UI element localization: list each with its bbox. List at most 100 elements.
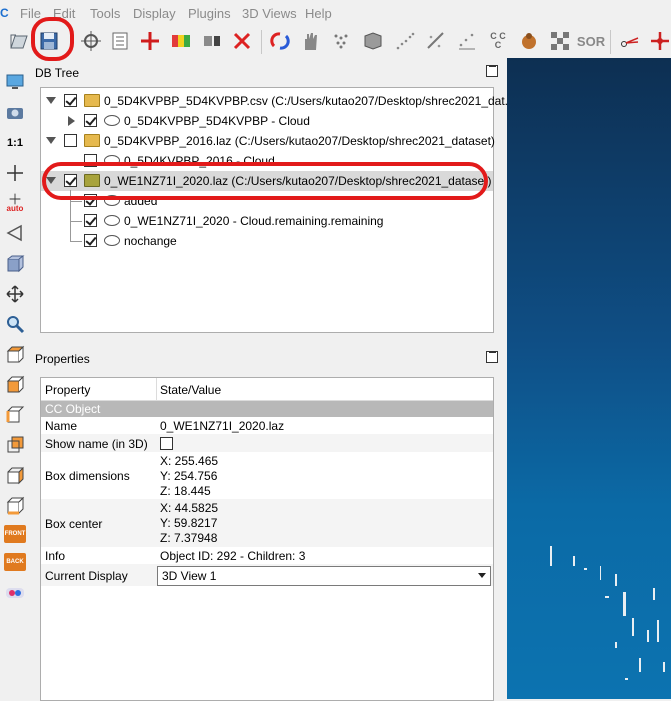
property-value: Z: 7.37948 <box>160 531 218 545</box>
menu-tools[interactable]: Tools <box>90 6 120 21</box>
point-cloud <box>605 596 609 598</box>
auto-pivot-button[interactable]: auto <box>3 191 27 215</box>
visibility-checkbox[interactable] <box>84 234 97 247</box>
property-key: Box center <box>45 517 103 531</box>
menu-3d-views[interactable]: 3D Views <box>242 6 297 21</box>
mesh-button[interactable] <box>360 28 386 54</box>
cube-view-button[interactable] <box>3 252 27 276</box>
expand-arrow-icon[interactable] <box>46 137 56 144</box>
table-row: Info Object ID: 292 - Children: 3 <box>41 547 493 564</box>
stereo-button[interactable] <box>3 581 27 605</box>
collapse-arrow-icon[interactable] <box>68 116 75 126</box>
auto-label: auto <box>6 204 24 213</box>
visibility-checkbox[interactable] <box>84 114 97 127</box>
3d-view[interactable] <box>507 58 671 699</box>
sf-icon <box>522 33 536 49</box>
perspective-icon <box>6 224 22 242</box>
delete-button[interactable] <box>229 28 255 54</box>
table-row: Box center X: 44.5825 Y: 59.8217 Z: 7.37… <box>41 499 493 547</box>
menu-help[interactable]: Help <box>305 6 332 21</box>
register-button[interactable] <box>267 28 293 54</box>
tree-item[interactable]: 0_5D4KVPBP_5D4KVPBP - Cloud <box>41 111 493 131</box>
menu-plugins[interactable]: Plugins <box>188 6 231 21</box>
column-header-property[interactable]: Property <box>45 383 90 397</box>
screen-button[interactable] <box>3 70 27 94</box>
visibility-checkbox[interactable] <box>64 134 77 147</box>
table-row: Name 0_WE1NZ71I_2020.laz (C:/Users/kutao… <box>41 417 493 447</box>
select-value: 3D View 1 <box>162 569 217 583</box>
expand-arrow-icon[interactable] <box>46 97 56 104</box>
sor-icon: SOR <box>576 33 606 49</box>
ccc-button[interactable]: C C C <box>485 28 511 54</box>
crosshair-button[interactable] <box>3 161 27 185</box>
front-iso-icon: FRONT <box>3 525 27 543</box>
left-view-button[interactable] <box>3 403 27 427</box>
tree-item[interactable]: 0_WE1NZ71I_2020 - Cloud.remaining.remain… <box>41 211 493 231</box>
segment-button[interactable] <box>199 28 225 54</box>
open-icon <box>10 34 28 49</box>
slice-button[interactable] <box>423 28 449 54</box>
back-iso-icon: BACK <box>4 553 26 571</box>
undock-icon[interactable] <box>486 351 498 363</box>
resample-icon <box>459 33 475 50</box>
table-row: Show name (in 3D) <box>41 434 493 452</box>
translate-button[interactable] <box>137 28 163 54</box>
open-button[interactable] <box>6 28 32 54</box>
tree-item-label: 0_WE1NZ71I_2020 - Cloud.remaining.remain… <box>124 214 384 228</box>
table-header: Property State/Value <box>41 378 493 401</box>
db-tree-title-bar: DB Tree <box>31 61 501 83</box>
crosshair-icon <box>7 165 23 181</box>
color-scale-button[interactable] <box>168 28 194 54</box>
menu-display[interactable]: Display <box>133 6 176 21</box>
one-to-one-button[interactable]: 1:1 <box>3 131 27 155</box>
undock-icon[interactable] <box>486 65 498 77</box>
tree-item[interactable]: 0_5D4KVPBP_2016.laz (C:/Users/kutao207/D… <box>41 131 495 151</box>
right-view-button[interactable] <box>3 464 27 488</box>
front-iso-button[interactable]: FRONT <box>3 522 27 546</box>
camera-icon <box>7 108 23 119</box>
column-header-value[interactable]: State/Value <box>160 383 221 397</box>
move-button[interactable] <box>3 282 27 306</box>
app-logo: C <box>0 6 9 20</box>
sor-button[interactable]: SOR <box>576 28 606 54</box>
scissors-button[interactable] <box>617 28 643 54</box>
hand-button[interactable] <box>297 28 323 54</box>
tree-item[interactable]: nochange <box>41 231 493 251</box>
point-cloud <box>632 618 634 636</box>
points-button[interactable] <box>328 28 354 54</box>
tree-item[interactable]: 0_5D4KVPBP_5D4KVPBP.csv (C:/Users/kutao2… <box>41 91 515 111</box>
show-name-checkbox[interactable] <box>160 437 173 450</box>
point-cloud <box>625 678 628 680</box>
camera-button[interactable] <box>3 100 27 124</box>
pivot-button[interactable] <box>647 28 671 54</box>
resample-button[interactable] <box>454 28 480 54</box>
list-button[interactable] <box>107 28 133 54</box>
front-view-button[interactable] <box>3 373 27 397</box>
bottom-view-icon <box>6 496 25 515</box>
property-value: X: 44.5825 <box>160 501 219 515</box>
properties-title: Properties <box>35 352 90 366</box>
point-cloud <box>639 658 641 672</box>
top-view-button[interactable] <box>3 343 27 367</box>
register-icon <box>270 32 290 50</box>
back-view-button[interactable] <box>3 433 27 457</box>
sf-button[interactable] <box>516 28 542 54</box>
zoom-button[interactable] <box>3 312 27 336</box>
visibility-checkbox[interactable] <box>64 94 77 107</box>
point-cloud <box>584 568 587 570</box>
screen-icon <box>6 74 24 89</box>
property-value: Z: 18.445 <box>160 484 211 498</box>
current-display-select[interactable]: 3D View 1 <box>157 566 491 586</box>
visibility-checkbox[interactable] <box>84 214 97 227</box>
point-cloud <box>600 566 601 580</box>
checker-button[interactable] <box>547 28 573 54</box>
perspective-button[interactable] <box>3 221 27 245</box>
bottom-view-button[interactable] <box>3 494 27 518</box>
translate-icon <box>141 32 159 50</box>
ccc-icon: C C C <box>490 31 506 50</box>
front-view-icon <box>6 375 25 393</box>
point-picking-button[interactable] <box>78 28 104 54</box>
menu-file[interactable]: File <box>20 6 41 21</box>
back-iso-button[interactable]: BACK <box>3 550 27 574</box>
scatter-button[interactable] <box>392 28 418 54</box>
